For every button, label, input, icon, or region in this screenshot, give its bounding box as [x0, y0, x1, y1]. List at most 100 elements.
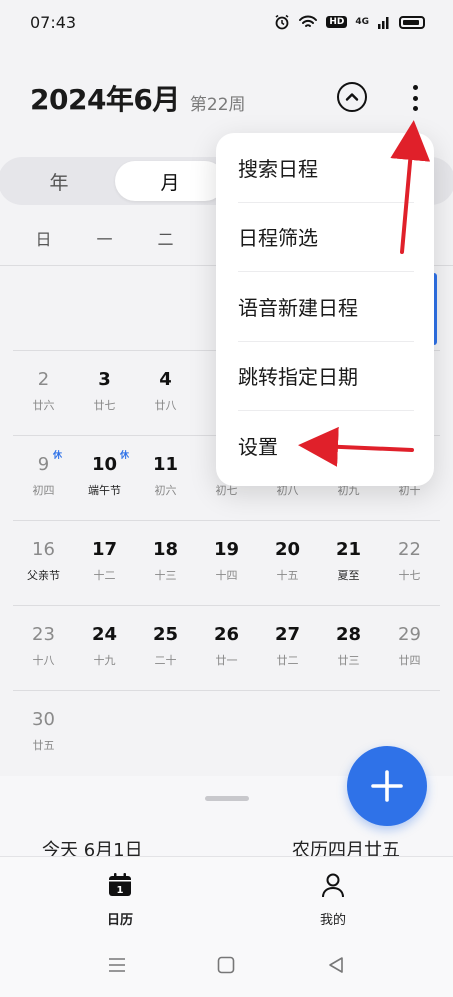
day-number: 21 [335, 539, 362, 560]
tab-mine[interactable]: 我的 [293, 871, 373, 928]
day-cell[interactable]: 9 初四 休 [13, 436, 74, 521]
more-dot-icon [412, 95, 418, 101]
lunar-date: 廿六 [32, 399, 55, 412]
weekday-label: 二 [157, 230, 174, 249]
network-type: 4G [355, 17, 369, 27]
lunar-date: 廿一 [215, 654, 238, 667]
day-number: 11 [152, 454, 179, 475]
day-number: 24 [91, 624, 118, 645]
lunar-date: 初六 [154, 484, 177, 497]
day-cell[interactable]: 21 夏至 [318, 521, 379, 606]
sheet-drag-handle[interactable] [205, 796, 249, 801]
more-dot-icon [412, 85, 418, 90]
day-cell[interactable]: 2 廿六 [13, 351, 74, 436]
day-cell[interactable]: 10 端午节休 [74, 436, 135, 521]
lunar-date: 十九 [93, 654, 116, 667]
day-cell[interactable]: 23 十八 [13, 606, 74, 691]
day-cell[interactable]: 24 十九 [74, 606, 135, 691]
tab-year[interactable]: 年 [4, 161, 114, 201]
day-cell[interactable]: 3 廿七 [74, 351, 135, 436]
day-number: 26 [213, 624, 240, 645]
home-icon[interactable] [217, 956, 235, 974]
status-time: 07:43 [30, 12, 77, 32]
day-number: 20 [274, 539, 301, 560]
system-nav-bar [0, 936, 453, 997]
day-cell[interactable]: 27 廿二 [257, 606, 318, 691]
day-cell[interactable] [257, 691, 318, 776]
day-number: 18 [152, 539, 179, 560]
day-cell[interactable]: 11 初六 [135, 436, 196, 521]
day-number: 17 [91, 539, 118, 560]
menu-item-jump-date[interactable]: 跳转指定日期 [238, 342, 414, 411]
menu-icon[interactable] [108, 956, 126, 974]
lunar-date: 十二 [93, 569, 116, 582]
day-cell[interactable]: 20 十五 [257, 521, 318, 606]
tab-calendar-label: 日历 [106, 913, 133, 928]
battery-icon [399, 15, 425, 29]
day-cell[interactable] [74, 266, 135, 351]
lunar-date: 夏至 [337, 569, 360, 582]
day-cell[interactable] [135, 691, 196, 776]
day-cell[interactable]: 30 廿五 [13, 691, 74, 776]
day-cell[interactable] [13, 266, 74, 351]
day-cell[interactable]: 19 十四 [196, 521, 257, 606]
day-cell[interactable] [135, 266, 196, 351]
plus-icon [371, 770, 403, 802]
lunar-date: 二十 [154, 654, 177, 667]
collapse-button[interactable] [337, 82, 367, 112]
wifi-icon [299, 15, 318, 27]
lunar-date: 廿八 [154, 399, 177, 412]
day-cell[interactable]: 22 十七 [379, 521, 440, 606]
day-cell[interactable] [74, 691, 135, 776]
day-number: 25 [152, 624, 179, 645]
more-options-button[interactable] [403, 82, 427, 114]
add-event-button[interactable] [347, 746, 427, 826]
weekday-label: 一 [96, 230, 113, 249]
day-cell[interactable] [196, 691, 257, 776]
calendar-header: 2024年6月 第22周 [30, 70, 429, 126]
status-bar: 07:43 HD 4G [0, 0, 453, 44]
lunar-date: 廿四 [398, 654, 421, 667]
day-cell[interactable]: 26 廿一 [196, 606, 257, 691]
day-cell[interactable]: 17 十二 [74, 521, 135, 606]
lunar-date: 廿七 [93, 399, 116, 412]
calendar-icon: 1 [109, 873, 131, 896]
signal-icon [378, 17, 389, 29]
weekday-label: 日 [35, 230, 52, 249]
week-row: 16 父亲节 17 十二 18 十三 19 十四 20 十五 21 夏至 22 十七 [13, 521, 440, 606]
menu-item-filter[interactable]: 日程筛选 [238, 203, 414, 272]
menu-item-search[interactable]: 搜索日程 [238, 133, 414, 203]
day-number: 9 [37, 454, 50, 475]
holiday-badge: 休 [120, 451, 130, 461]
day-cell[interactable]: 4 廿八 [135, 351, 196, 436]
menu-item-voice-new[interactable]: 语音新建日程 [238, 272, 414, 342]
day-cell[interactable]: 18 十三 [135, 521, 196, 606]
lunar-date: 父亲节 [27, 569, 60, 582]
day-number: 23 [32, 624, 55, 645]
lunar-date: 十八 [32, 654, 55, 667]
day-cell[interactable]: 16 父亲节 [13, 521, 74, 606]
day-number: 27 [274, 624, 301, 645]
tab-month[interactable]: 月 [115, 161, 225, 201]
day-number: 2 [37, 369, 50, 390]
week-number: 第22周 [189, 94, 246, 115]
lunar-date: 廿三 [337, 654, 360, 667]
day-number: 16 [32, 539, 55, 560]
back-icon[interactable] [327, 956, 345, 974]
hd-badge: HD [326, 16, 348, 28]
day-number: 28 [335, 624, 362, 645]
day-cell[interactable]: 25 二十 [135, 606, 196, 691]
day-number: 22 [398, 539, 421, 560]
more-dot-icon [412, 106, 418, 111]
day-cell[interactable]: 28 廿三 [318, 606, 379, 691]
bottom-tab-bar: 1 日历 我的 [0, 856, 453, 936]
holiday-badge: 休 [53, 451, 63, 461]
lunar-date: 十七 [398, 569, 421, 582]
day-number: 30 [32, 709, 55, 730]
calendar-icon-day: 1 [117, 885, 124, 896]
day-cell[interactable]: 29 廿四 [379, 606, 440, 691]
tab-calendar[interactable]: 1 日历 [80, 871, 160, 928]
lunar-date: 廿二 [276, 654, 299, 667]
lunar-date: 十五 [276, 569, 299, 582]
menu-item-settings[interactable]: 设置 [238, 411, 414, 481]
